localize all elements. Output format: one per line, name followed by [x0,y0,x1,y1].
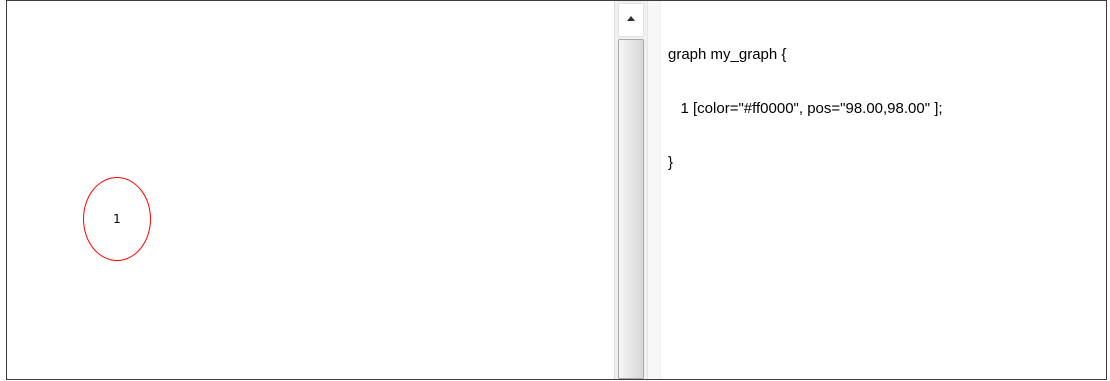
graph-canvas[interactable]: 1 [7,1,614,379]
app-frame: 1 graph my_graph { 1 [color="#ff0000", p… [6,0,1107,380]
code-text[interactable]: graph my_graph { 1 [color="#ff0000", pos… [668,10,943,208]
graph-node[interactable]: 1 [83,177,151,261]
vertical-scrollbar[interactable] [614,1,647,379]
code-editor[interactable]: graph my_graph { 1 [color="#ff0000", pos… [647,1,1106,379]
scroll-up-button[interactable] [618,3,644,37]
code-line: graph my_graph { [668,46,787,63]
scroll-thumb[interactable] [618,39,644,379]
editor-gutter [647,1,661,379]
code-line: } [668,154,674,171]
scroll-up-arrow-icon [627,16,635,21]
graph-node-label: 1 [113,212,121,226]
code-line: 1 [color="#ff0000", pos="98.00,98.00" ]; [668,100,943,117]
